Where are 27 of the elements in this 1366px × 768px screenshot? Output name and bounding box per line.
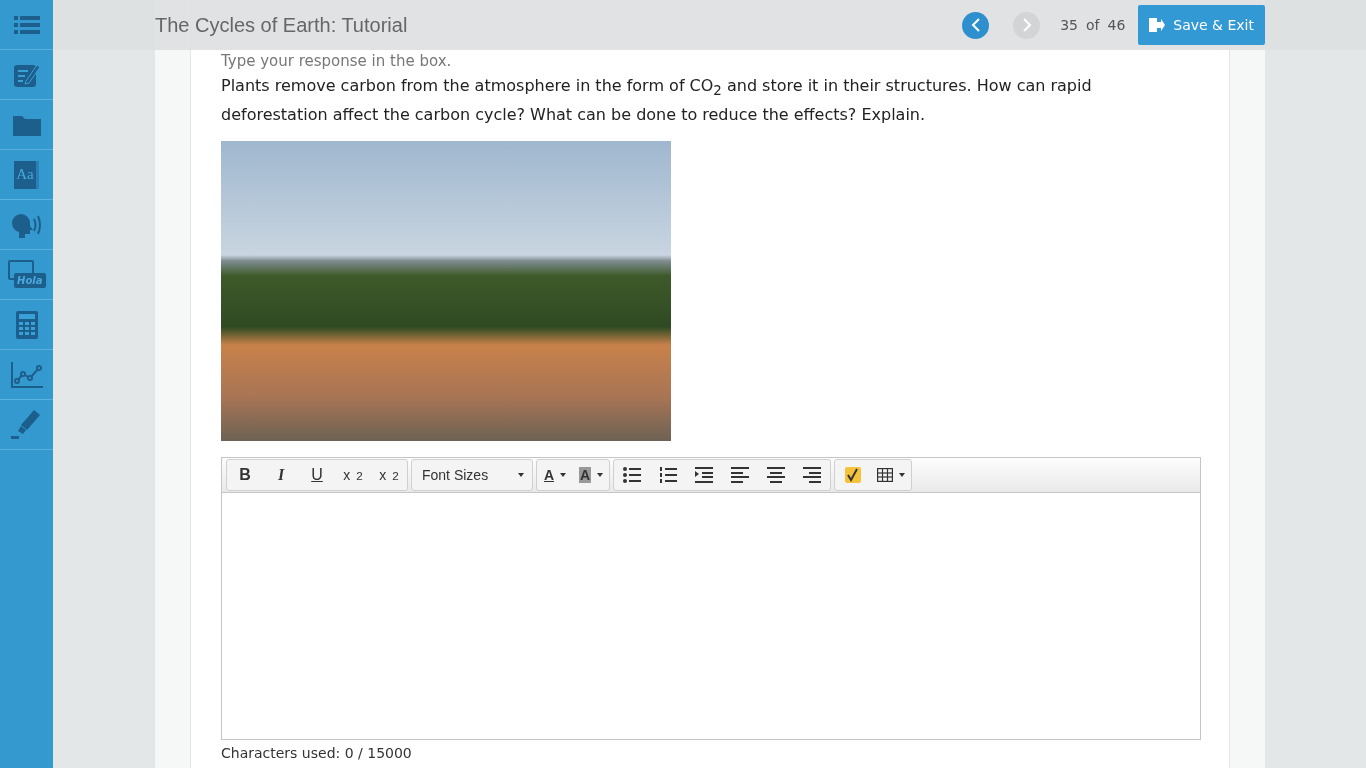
chevron-right-icon [1020, 18, 1033, 32]
numbered-list-icon [659, 467, 678, 484]
instruction-text: Type your response in the box. [221, 52, 453, 72]
menu-icon[interactable] [13, 14, 40, 35]
align-center-icon [767, 467, 786, 484]
indent-icon [695, 467, 714, 484]
table-grid-icon [877, 468, 894, 483]
of-label: of [1085, 17, 1100, 33]
highlight-color-button[interactable]: A [573, 460, 610, 491]
exit-icon [1149, 18, 1166, 32]
page-number: 35 [1060, 17, 1078, 33]
text-color-button[interactable]: A [537, 460, 573, 491]
bullet-list-icon [623, 467, 642, 484]
align-right-icon [803, 467, 822, 484]
tutorial-title: The Cycles of Earth: Tutorial [155, 13, 409, 37]
previous-button[interactable] [962, 11, 990, 39]
character-counter: Characters used: 0 / 15000 [221, 745, 413, 762]
calculator-icon[interactable] [15, 310, 38, 339]
underline-button[interactable]: U [299, 460, 335, 491]
bold-button[interactable]: B [227, 460, 263, 491]
question-text: Plants remove carbon from the atmosphere in the form of CO$_{2}$ and store it in their structures. How can rapid deforestation affect the carbon cycle? What can be done to reduce the effects? Explain. [221, 75, 1093, 127]
page-total: 46 [1107, 17, 1126, 33]
chevron-left-icon [969, 18, 982, 32]
align-left-icon [731, 467, 750, 484]
italic-button[interactable]: I [263, 460, 299, 491]
font-sizes-dropdown[interactable]: Font Sizes [412, 460, 532, 491]
line-graph-icon[interactable] [9, 360, 44, 389]
